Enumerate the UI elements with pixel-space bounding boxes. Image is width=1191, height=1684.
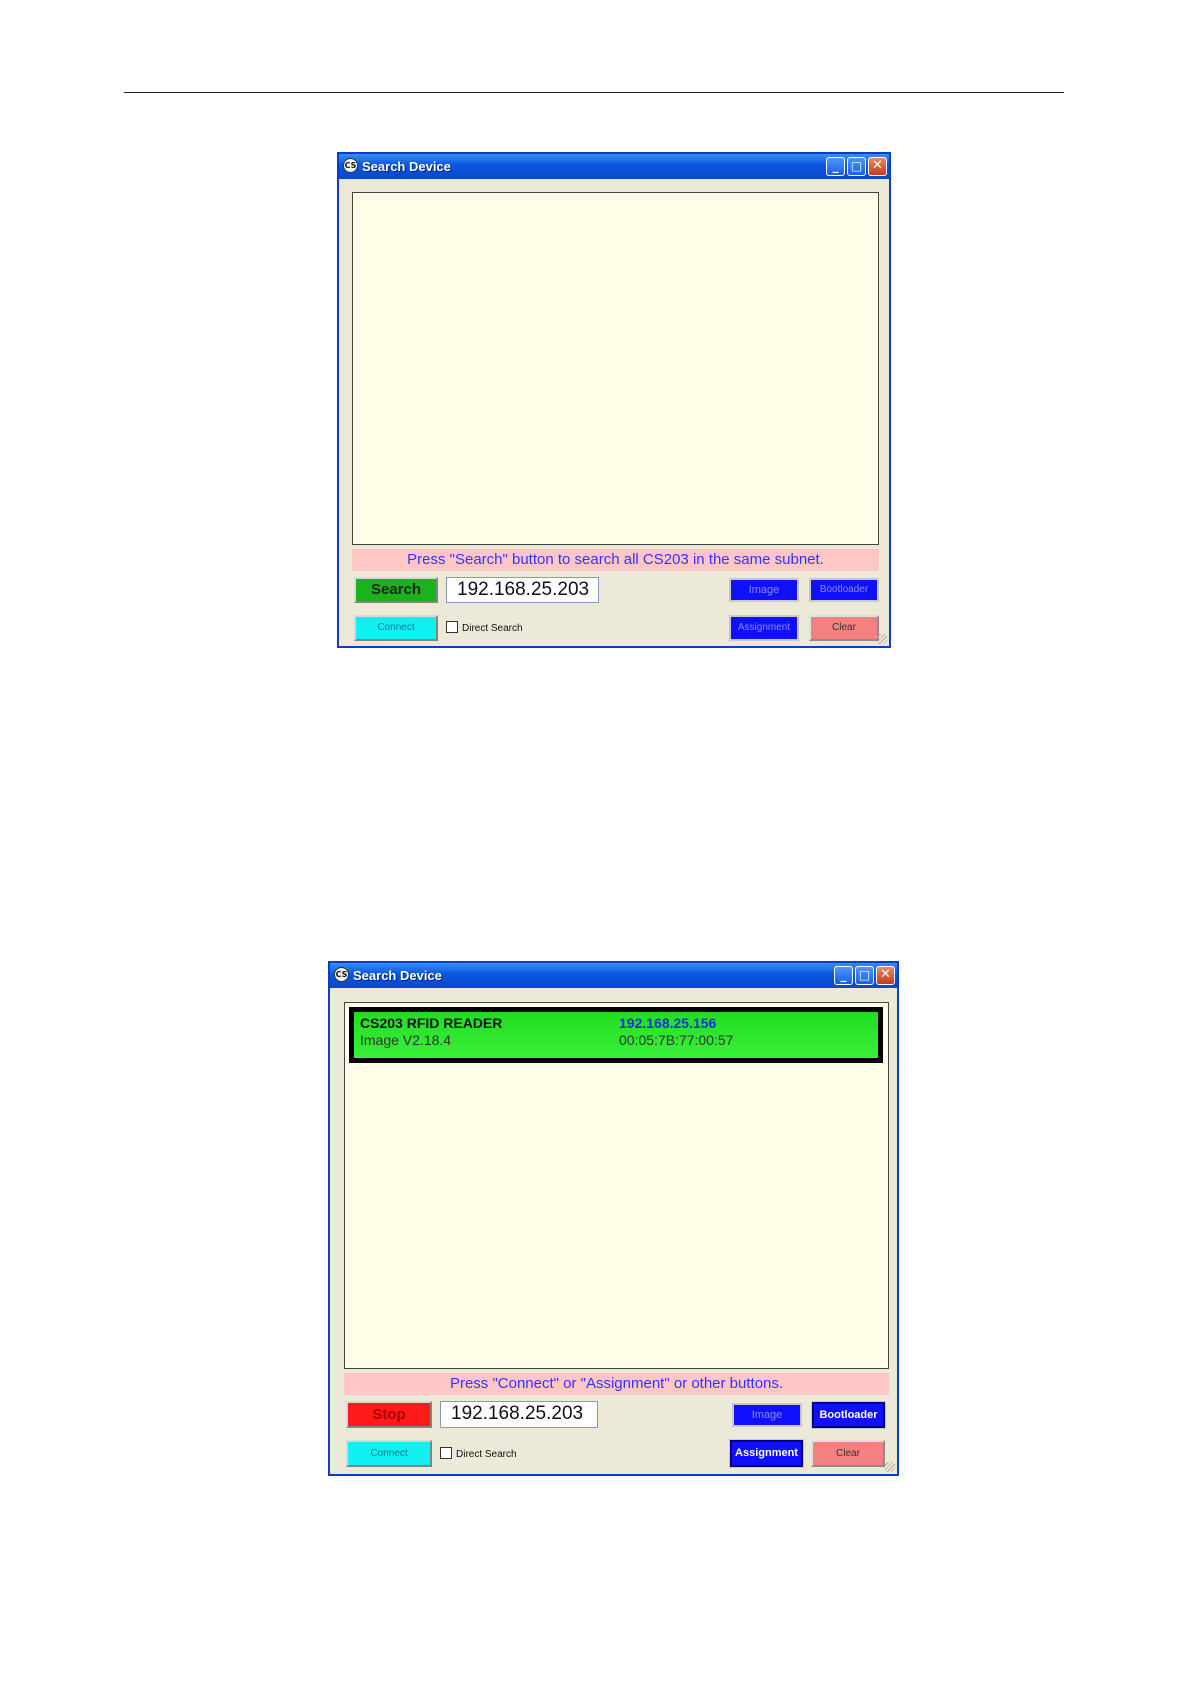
ip-address-field[interactable]: 192.168.25.203 xyxy=(440,1401,598,1428)
maximize-icon: □ xyxy=(858,968,871,982)
search-device-window-empty: CS Search Device _ □ ✕ Press "Search" bu… xyxy=(337,152,891,648)
device-list-item[interactable]: CS203 RFID READER Image V2.18.4 192.168.… xyxy=(349,1007,883,1063)
maximize-button[interactable]: □ xyxy=(855,966,874,985)
maximize-icon: □ xyxy=(850,159,863,173)
connect-button[interactable]: Connect xyxy=(346,1440,432,1467)
device-ip: 192.168.25.156 xyxy=(619,1015,717,1031)
clear-button[interactable]: Clear xyxy=(809,615,879,641)
title-bar[interactable]: CS Search Device _ □ ✕ xyxy=(330,963,897,988)
bootloader-button[interactable]: Bootloader xyxy=(809,578,879,602)
window-title: Search Device xyxy=(353,968,442,983)
device-image-version: Image V2.18.4 xyxy=(360,1032,452,1048)
maximize-button[interactable]: □ xyxy=(847,157,866,176)
window-title: Search Device xyxy=(362,159,451,174)
device-list[interactable] xyxy=(352,192,879,545)
minimize-button[interactable]: _ xyxy=(826,157,845,176)
device-name: CS203 RFID READER xyxy=(360,1015,503,1031)
image-button[interactable]: Image xyxy=(732,1403,802,1427)
direct-search-checkbox[interactable] xyxy=(446,621,458,633)
device-list[interactable]: CS203 RFID READER Image V2.18.4 192.168.… xyxy=(344,1002,889,1369)
bootloader-button[interactable]: Bootloader xyxy=(811,1401,886,1429)
assignment-button[interactable]: Assignment xyxy=(729,615,799,641)
direct-search-checkbox[interactable] xyxy=(440,1447,452,1459)
image-button[interactable]: Image xyxy=(729,578,799,602)
close-icon: ✕ xyxy=(880,967,891,982)
close-button[interactable]: ✕ xyxy=(876,966,895,985)
search-device-window-found: CS Search Device _ □ ✕ CS203 RFID READER… xyxy=(328,961,899,1476)
minimize-button[interactable]: _ xyxy=(834,966,853,985)
resize-grip[interactable] xyxy=(885,1462,895,1472)
assignment-button[interactable]: Assignment xyxy=(729,1439,804,1468)
close-button[interactable]: ✕ xyxy=(868,157,887,176)
direct-search-option[interactable]: Direct Search xyxy=(446,621,523,636)
stop-button[interactable]: Stop xyxy=(346,1401,432,1428)
status-message: Press "Connect" or "Assignment" or other… xyxy=(344,1373,889,1395)
app-icon: CS xyxy=(343,158,358,173)
minimize-icon: _ xyxy=(840,968,847,982)
device-list-item-selected[interactable]: CS203 RFID READER Image V2.18.4 192.168.… xyxy=(354,1012,878,1058)
connect-button[interactable]: Connect xyxy=(354,615,438,641)
direct-search-label: Direct Search xyxy=(456,1449,517,1460)
close-icon: ✕ xyxy=(872,158,883,173)
direct-search-option[interactable]: Direct Search xyxy=(440,1447,517,1462)
device-mac: 00:05:7B:77:00:57 xyxy=(619,1032,734,1048)
search-button[interactable]: Search xyxy=(354,577,438,603)
app-icon: CS xyxy=(334,967,349,982)
resize-grip[interactable] xyxy=(877,634,887,644)
minimize-icon: _ xyxy=(832,159,839,173)
clear-button[interactable]: Clear xyxy=(811,1440,885,1467)
ip-address-field[interactable]: 192.168.25.203 xyxy=(446,577,599,603)
direct-search-label: Direct Search xyxy=(462,623,523,634)
status-message: Press "Search" button to search all CS20… xyxy=(352,549,879,571)
title-bar[interactable]: CS Search Device _ □ ✕ xyxy=(339,154,889,179)
page-header-rule xyxy=(124,92,1064,93)
